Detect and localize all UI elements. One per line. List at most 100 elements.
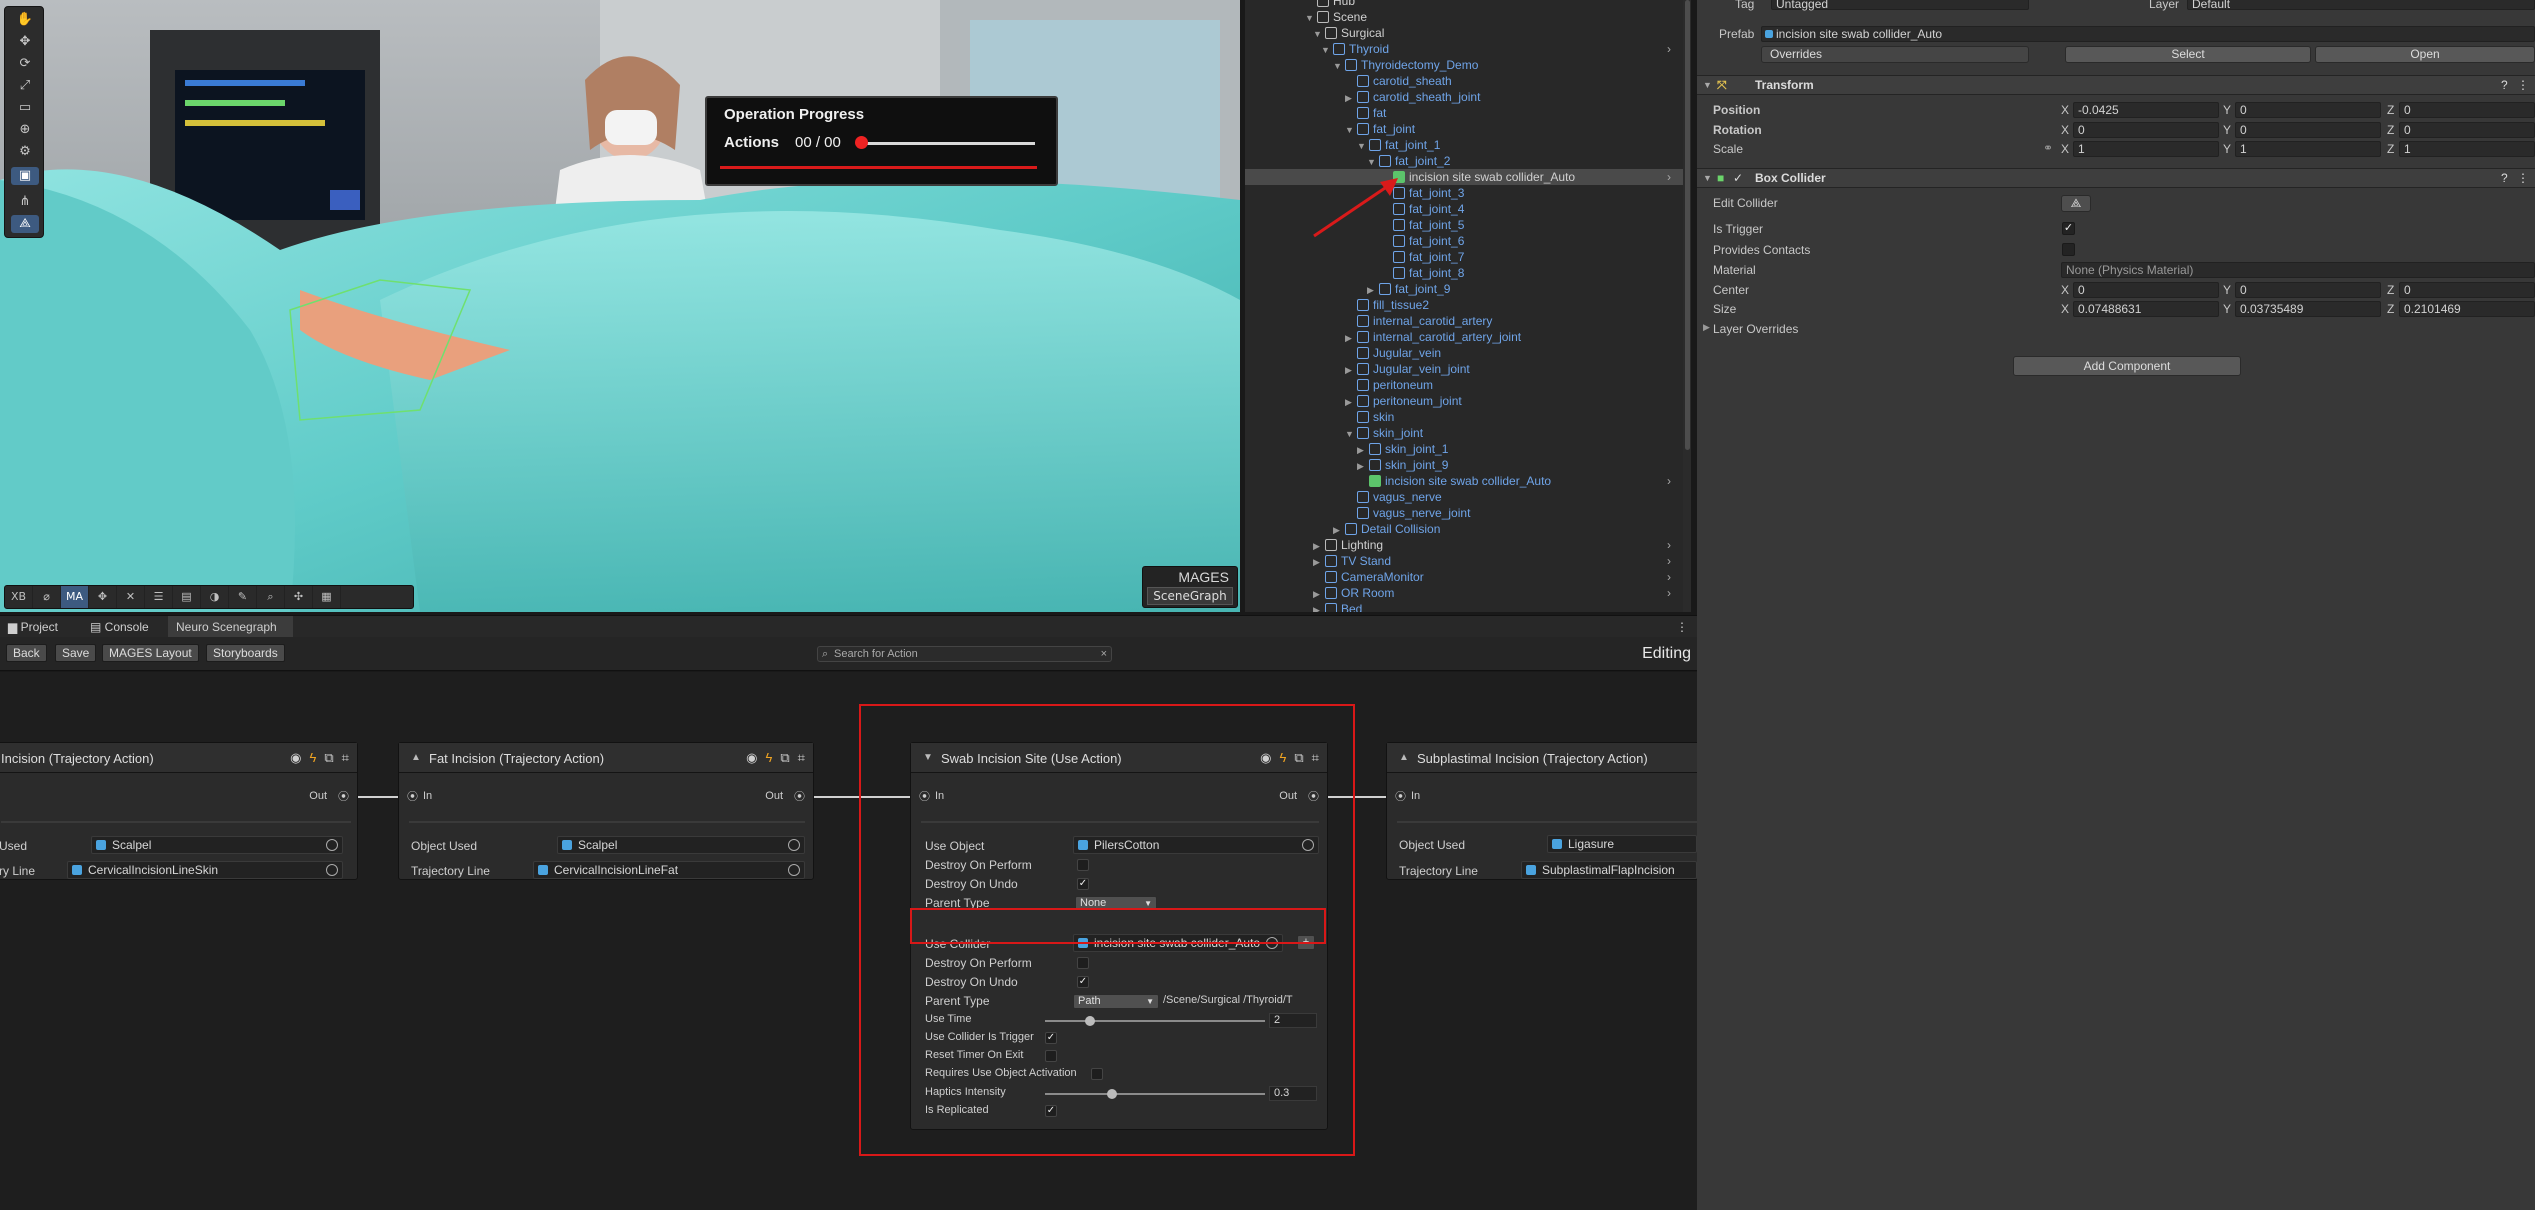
scenegraph-canvas[interactable]: Incision (Trajectory Action) ◉ ϟ ⧉ ⌗ Out ⦿ … <box>0 672 1697 1210</box>
tab-project[interactable]: ▆ Project <box>0 616 80 638</box>
hierarchy-item[interactable]: ▼ fat_joint_1 <box>1245 137 1685 153</box>
expand-arrow-icon[interactable]: ▼ <box>1321 42 1333 58</box>
hierarchy-item[interactable]: fill_tissue2 <box>1245 297 1685 313</box>
expand-arrow-icon[interactable]: ▼ <box>1367 154 1379 170</box>
link-icon[interactable]: ⚭ <box>2043 141 2053 155</box>
capture-icon[interactable]: ▦ <box>313 586 341 608</box>
hierarchy-item[interactable]: ▶ fat_joint_9 <box>1245 281 1685 297</box>
collapse-icon[interactable]: ▲ <box>411 752 421 763</box>
open-button[interactable]: Open <box>2315 46 2535 63</box>
expand-arrow-icon[interactable]: ▼ <box>1345 122 1357 138</box>
chevron-right-icon[interactable]: › <box>1667 569 1671 585</box>
action-node-fat-incision[interactable]: ▲ Fat Incision (Trajectory Action) ◉ ϟ ⧉ ⌗ … <box>398 742 814 880</box>
move-icon[interactable]: ✥ <box>89 586 117 608</box>
center-x-field[interactable]: 0 <box>2073 282 2219 298</box>
position-y-field[interactable]: 0 <box>2235 102 2381 118</box>
hierarchy-item[interactable]: fat <box>1245 105 1685 121</box>
rotation-z-field[interactable]: 0 <box>2399 122 2535 138</box>
link-icon[interactable]: ⧉ <box>780 750 789 766</box>
object-used-field[interactable]: Scalpel <box>557 836 805 854</box>
center-y-field[interactable]: 0 <box>2235 282 2381 298</box>
layer-overrides-label[interactable]: Layer Overrides <box>1713 322 1798 336</box>
add-component-button[interactable]: Add Component <box>2013 356 2241 376</box>
expand-arrow-icon[interactable]: ▶ <box>1367 282 1379 298</box>
hierarchy-scroll-thumb[interactable] <box>1685 0 1690 450</box>
expand-arrow-icon[interactable]: ▶ <box>1345 90 1357 106</box>
box-collider-header[interactable]: ▼ ■ ✓ Box Collider ? ⋮ <box>1697 168 2535 188</box>
settings-icon[interactable]: ⋮ <box>2517 171 2529 185</box>
material-field[interactable]: None (Physics Material) <box>2061 262 2535 278</box>
expand-arrow-icon[interactable]: ▶ <box>1345 394 1357 410</box>
chevron-right-icon[interactable]: › <box>1667 169 1671 185</box>
chevron-right-icon[interactable]: › <box>1667 585 1671 601</box>
scale-tool-icon[interactable]: ⤢ <box>11 77 39 95</box>
chevron-right-icon[interactable]: › <box>1667 553 1671 569</box>
expand-arrow-icon[interactable]: ▼ <box>1305 10 1317 26</box>
tools-icon[interactable]: ✕ <box>117 586 145 608</box>
picker-icon[interactable] <box>788 864 800 876</box>
edit-collider-tool-icon[interactable]: ⟁ <box>11 215 39 233</box>
rotation-y-field[interactable]: 0 <box>2235 122 2381 138</box>
ma-button[interactable]: MA <box>61 586 89 608</box>
hierarchy-item[interactable]: ▶ internal_carotid_artery_joint <box>1245 329 1685 345</box>
hierarchy-item[interactable]: ▶ OR Room › <box>1245 585 1685 601</box>
hierarchy-item[interactable]: Jugular_vein <box>1245 345 1685 361</box>
hierarchy-item[interactable]: skin <box>1245 409 1685 425</box>
layers-icon[interactable]: ▤ <box>173 586 201 608</box>
scene-view[interactable]: ✋ ✥ ⟳ ⤢ ▭ ⊕ ⚙ ▣ ⋔ ⟁ Operation Progress A… <box>0 0 1240 612</box>
hierarchy-item[interactable]: ▶ skin_joint_1 <box>1245 441 1685 457</box>
hierarchy-item[interactable]: fat_joint_7 <box>1245 249 1685 265</box>
hierarchy-item[interactable]: ▶ Bed <box>1245 601 1685 612</box>
bolt-icon[interactable]: ϟ <box>309 750 316 766</box>
hierarchy-item[interactable]: peritoneum <box>1245 377 1685 393</box>
is-trigger-checkbox[interactable]: ✓ <box>2062 222 2075 235</box>
position-z-field[interactable]: 0 <box>2399 102 2535 118</box>
scale-y-field[interactable]: 1 <box>2235 141 2381 157</box>
hierarchy-item[interactable]: ▶ TV Stand › <box>1245 553 1685 569</box>
expand-arrow-icon[interactable]: ▶ <box>1357 442 1369 458</box>
provides-contacts-checkbox[interactable] <box>2062 243 2075 256</box>
save-button[interactable]: Save <box>55 644 97 662</box>
rotation-x-field[interactable]: 0 <box>2073 122 2219 138</box>
hierarchy-item[interactable]: ▼ Scene <box>1245 9 1685 25</box>
hierarchy-item[interactable]: vagus_nerve <box>1245 489 1685 505</box>
expand-arrow-icon[interactable]: ▶ <box>1313 554 1325 570</box>
size-z-field[interactable]: 0.2101469 <box>2399 301 2535 317</box>
hierarchy-item[interactable]: ▼ fat_joint <box>1245 121 1685 137</box>
node-header[interactable]: Incision (Trajectory Action) ◉ ϟ ⧉ ⌗ <box>0 743 357 773</box>
move-tool-icon[interactable]: ✥ <box>11 33 39 51</box>
custom-tool-icon[interactable]: ⚙ <box>11 143 39 161</box>
scale-z-field[interactable]: 1 <box>2399 141 2535 157</box>
hierarchy-item[interactable]: carotid_sheath <box>1245 73 1685 89</box>
view-tool-icon[interactable]: ✋ <box>11 11 39 29</box>
hierarchy-item[interactable]: CameraMonitor › <box>1245 569 1685 585</box>
collider-tool-icon[interactable]: ▣ <box>11 167 39 185</box>
node-header[interactable]: ▲ Fat Incision (Trajectory Action) ◉ ϟ ⧉ ⌗ <box>399 743 813 773</box>
expand-arrow-icon[interactable]: ▶ <box>1333 522 1345 538</box>
expand-arrow-icon[interactable]: ▼ <box>1333 58 1345 74</box>
prefab-field[interactable]: incision site swab collider_Auto <box>1761 26 2535 42</box>
eye-icon[interactable]: ◉ <box>290 750 301 766</box>
transform-header[interactable]: ▼ ⤧ Transform ? ⋮ <box>1697 75 2535 95</box>
link-icon[interactable]: ⧉ <box>324 750 333 766</box>
storyboards-button[interactable]: Storyboards <box>206 644 285 662</box>
expand-arrow-icon[interactable]: ▶ <box>1345 362 1357 378</box>
expand-arrow-icon[interactable]: ▶ <box>1313 586 1325 602</box>
size-y-field[interactable]: 0.03735489 <box>2235 301 2381 317</box>
eye-icon[interactable]: ◉ <box>746 750 757 766</box>
size-x-field[interactable]: 0.07488631 <box>2073 301 2219 317</box>
scenegraph-button[interactable]: SceneGraph <box>1147 587 1233 605</box>
expand-arrow-icon[interactable]: ▼ <box>1345 426 1357 442</box>
tab-console[interactable]: ▤ Console <box>82 616 168 638</box>
expand-arrow-icon[interactable]: ▶ <box>1313 538 1325 554</box>
paint-icon[interactable]: ✎ <box>229 586 257 608</box>
hierarchy-item[interactable]: ▶ Jugular_vein_joint <box>1245 361 1685 377</box>
hierarchy-item[interactable]: ▶ peritoneum_joint <box>1245 393 1685 409</box>
shading-icon[interactable]: ◑ <box>201 586 229 608</box>
action-node-incision[interactable]: Incision (Trajectory Action) ◉ ϟ ⧉ ⌗ Out ⦿ … <box>0 742 358 880</box>
help-icon[interactable]: ? <box>2501 171 2508 185</box>
overrides-dropdown[interactable]: Overrides <box>1761 46 2029 63</box>
expand-arrow-icon[interactable]: ▶ <box>1357 458 1369 474</box>
chevron-right-icon[interactable]: › <box>1667 473 1671 489</box>
help-icon[interactable]: ? <box>2501 78 2508 92</box>
